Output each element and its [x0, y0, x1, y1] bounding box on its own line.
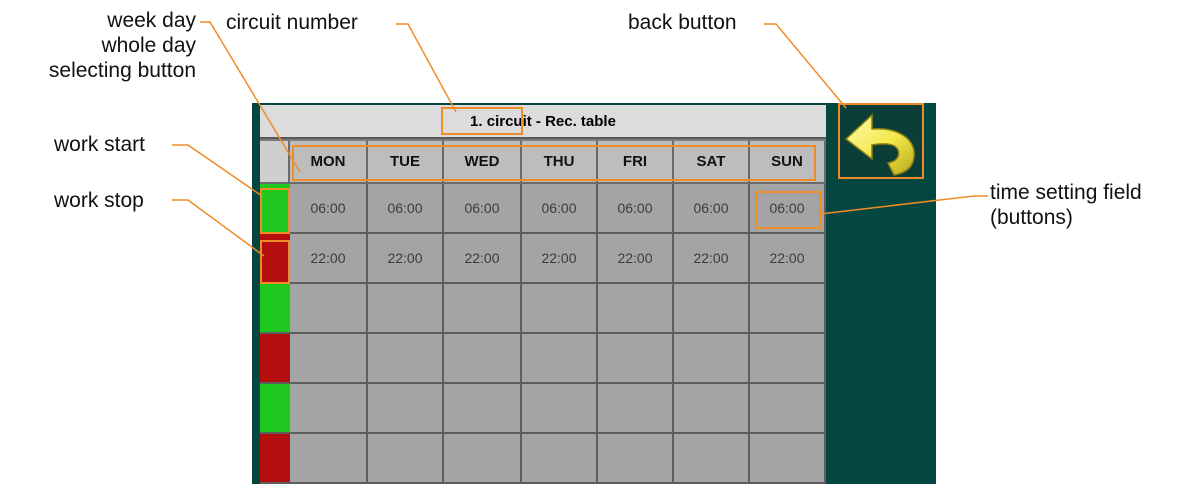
time-setting-field[interactable] [290, 284, 368, 334]
weekday-button-wed[interactable]: WED [444, 141, 522, 184]
time-setting-field[interactable]: 22:00 [290, 234, 368, 284]
time-setting-field[interactable] [444, 284, 522, 334]
time-setting-field[interactable] [368, 334, 444, 384]
time-setting-field[interactable]: 06:00 [522, 184, 598, 234]
time-setting-field[interactable] [750, 334, 826, 384]
label-week-day: week day whole day selecting button [48, 9, 196, 82]
time-setting-field[interactable] [750, 434, 826, 484]
work-start-indicator [260, 284, 290, 334]
time-setting-field[interactable] [290, 434, 368, 484]
work-stop-indicator [260, 234, 290, 284]
time-setting-field[interactable] [444, 334, 522, 384]
time-setting-field[interactable] [290, 334, 368, 384]
time-setting-field[interactable] [674, 284, 750, 334]
time-setting-field[interactable] [598, 334, 674, 384]
time-setting-field[interactable]: 22:00 [750, 234, 826, 284]
time-setting-field[interactable] [290, 384, 368, 434]
time-setting-field[interactable] [674, 384, 750, 434]
time-setting-field[interactable] [444, 384, 522, 434]
recurring-table: 1. circuit - Rec. table MON TUE WED THU FRI S… [260, 105, 826, 484]
time-setting-field[interactable] [522, 384, 598, 434]
time-setting-field[interactable] [444, 434, 522, 484]
back-button[interactable] [838, 103, 924, 178]
time-setting-field[interactable]: 06:00 [290, 184, 368, 234]
time-setting-field[interactable] [674, 434, 750, 484]
time-setting-field[interactable]: 06:00 [750, 184, 826, 234]
time-setting-field[interactable]: 06:00 [368, 184, 444, 234]
label-circuit-number: circuit number [226, 11, 358, 34]
time-setting-field[interactable]: 06:00 [598, 184, 674, 234]
time-setting-field[interactable]: 22:00 [522, 234, 598, 284]
controller-screen: 1. circuit - Rec. table MON TUE WED THU FRI S… [252, 103, 936, 484]
time-setting-field[interactable]: 22:00 [368, 234, 444, 284]
weekday-button-tue[interactable]: TUE [368, 141, 444, 184]
table-title: 1. circuit - Rec. table [260, 105, 826, 139]
work-stop-indicator [260, 334, 290, 384]
header-corner [260, 141, 290, 184]
weekday-button-sat[interactable]: SAT [674, 141, 750, 184]
time-setting-field[interactable]: 06:00 [444, 184, 522, 234]
time-setting-field[interactable]: 22:00 [598, 234, 674, 284]
work-start-indicator [260, 384, 290, 434]
weekday-button-mon[interactable]: MON [290, 141, 368, 184]
work-stop-indicator [260, 434, 290, 484]
time-setting-field[interactable]: 06:00 [674, 184, 750, 234]
label-work-stop: work stop [54, 189, 144, 212]
time-setting-field[interactable] [750, 384, 826, 434]
label-back-button: back button [628, 11, 737, 34]
time-setting-field[interactable] [750, 284, 826, 334]
time-setting-field[interactable] [368, 434, 444, 484]
time-setting-field[interactable]: 22:00 [674, 234, 750, 284]
work-start-indicator [260, 184, 290, 234]
time-setting-field[interactable] [368, 284, 444, 334]
time-setting-field[interactable] [598, 384, 674, 434]
time-setting-field[interactable] [522, 334, 598, 384]
time-setting-field[interactable] [368, 384, 444, 434]
time-setting-field[interactable] [598, 284, 674, 334]
label-work-start: work start [54, 133, 146, 156]
weekday-button-fri[interactable]: FRI [598, 141, 674, 184]
time-setting-field[interactable] [674, 334, 750, 384]
weekday-button-sun[interactable]: SUN [750, 141, 826, 184]
label-time-setting: time setting field (buttons) [990, 181, 1142, 229]
time-setting-field[interactable] [522, 284, 598, 334]
back-arrow-icon [844, 113, 915, 176]
time-setting-field[interactable] [598, 434, 674, 484]
time-setting-field[interactable]: 22:00 [444, 234, 522, 284]
time-setting-field[interactable] [522, 434, 598, 484]
weekday-button-thu[interactable]: THU [522, 141, 598, 184]
